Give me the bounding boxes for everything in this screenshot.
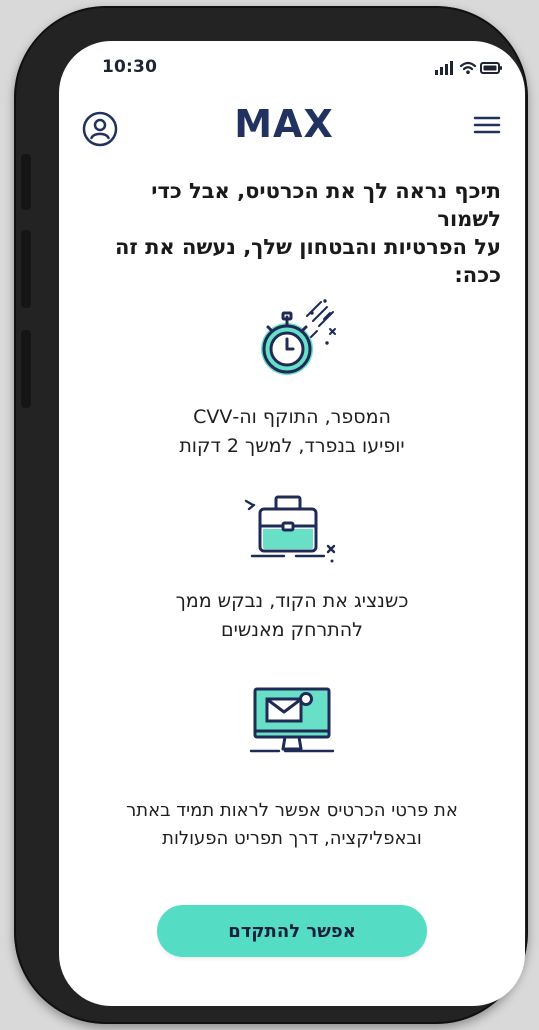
stopwatch-icon [261, 299, 336, 375]
status-time: 10:30 [102, 57, 158, 77]
brand-logo: MAX [234, 102, 334, 146]
continue-button[interactable]: אפשר להתקדם [157, 905, 427, 957]
wifi-icon [459, 61, 477, 74]
screen: 10:30 MAX תיכף נראה לך את הכרטיס, אבל כד… [59, 41, 525, 1006]
intro-text: תיכף נראה לך את הכרטיס, אבל כדי לשמור על… [114, 179, 501, 287]
feature-text: את פרטי הכרטיס אפשר לראות תמיד באתר ובאפ… [126, 800, 458, 849]
status-bar: 10:30 [59, 41, 525, 91]
app-header: MAX [59, 99, 525, 159]
briefcase-icon [244, 495, 336, 563]
signal-icon [435, 61, 453, 75]
side-button [21, 154, 31, 210]
monitor-mail-icon [249, 687, 335, 753]
battery-icon [480, 62, 502, 74]
side-button [21, 330, 31, 408]
feature-text: המספר, התוקף וה-CVV יופיעו בנפרד, למשך 2… [179, 406, 405, 457]
menu-button[interactable] [471, 113, 503, 137]
status-icons [435, 61, 502, 75]
feature-text: כשנציג את הקוד, נבקש ממך להתרחק מאנשים [175, 590, 409, 641]
side-button [21, 230, 31, 308]
hamburger-menu-icon [473, 116, 501, 134]
feature-stopwatch: המספר, התוקף וה-CVV יופיעו בנפרד, למשך 2… [59, 291, 525, 481]
feature-briefcase: כשנציג את הקוד, נבקש ממך להתרחק מאנשים [59, 483, 525, 675]
phone-frame: 10:30 MAX תיכף נראה לך את הכרטיס, אבל כד… [14, 6, 528, 1024]
feature-monitor: את פרטי הכרטיס אפשר לראות תמיד באתר ובאפ… [59, 685, 525, 849]
profile-button[interactable] [81, 110, 119, 148]
user-icon [82, 111, 118, 147]
